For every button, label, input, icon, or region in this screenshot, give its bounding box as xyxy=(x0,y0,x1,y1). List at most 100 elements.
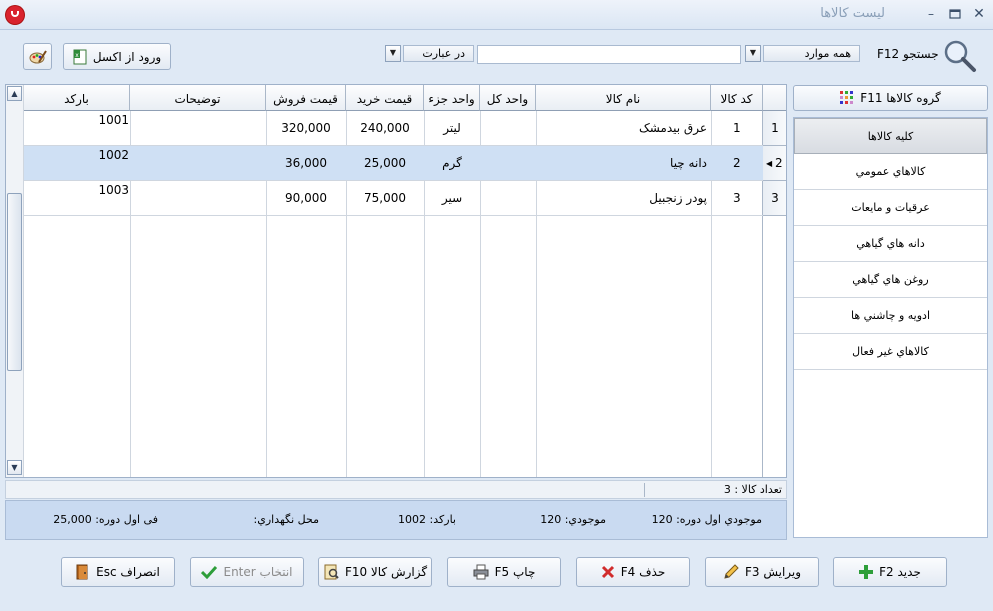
price-start-text: فی اول دوره: 25,000 xyxy=(53,513,158,526)
cell-sell-price: 90,000 xyxy=(285,191,327,205)
group-item-oils[interactable]: روغن هاي گیاهي xyxy=(794,262,987,298)
table-row-selected[interactable]: 1002 36,000 25,000 گرم دانه چیا 2 xyxy=(24,146,786,181)
maximize-icon xyxy=(949,9,961,19)
row-number[interactable]: 3 xyxy=(763,181,786,216)
row-number[interactable]: 1 xyxy=(763,111,786,146)
group-item-spices[interactable]: ادویه و چاشني ها xyxy=(794,298,987,334)
close-button[interactable]: ✕ xyxy=(970,6,988,22)
header-rownum xyxy=(763,85,786,111)
group-item-distillates[interactable]: عرقیات و مایعات xyxy=(794,190,987,226)
print-label: چاپ F5 xyxy=(494,565,536,579)
scroll-thumb[interactable] xyxy=(7,193,22,371)
product-report-label: گزارش کالا F10 xyxy=(344,565,428,579)
scroll-up-button[interactable]: ▲ xyxy=(7,86,22,101)
import-excel-label: ورود از اکسل xyxy=(92,49,162,64)
cell-barcode: 1001 xyxy=(98,113,129,127)
svg-text:x: x xyxy=(75,52,79,59)
storage-location-text: محل نگهداري: xyxy=(253,513,319,526)
paint-style-button[interactable] xyxy=(23,43,52,70)
header-buy-price[interactable]: قیمت خرید xyxy=(346,85,424,111)
cell-unit-all xyxy=(480,146,536,180)
edit-label: ویرایش F3 xyxy=(744,565,802,579)
header-barcode[interactable]: بارکد xyxy=(24,85,130,111)
stock-start-text: موجودي اول دوره: 120 xyxy=(651,513,762,526)
scope-dropdown-button[interactable]: ▼ xyxy=(745,45,761,62)
printer-icon xyxy=(473,564,489,580)
match-select[interactable]: در عبارت xyxy=(403,45,474,62)
search-input[interactable] xyxy=(477,45,741,64)
cell-unit-all xyxy=(480,181,536,215)
row-number: 2 xyxy=(775,156,783,170)
maximize-button[interactable] xyxy=(946,6,964,22)
status-divider xyxy=(644,483,645,497)
cell-buy-price: 75,000 xyxy=(364,191,406,205)
cell-code: 1 xyxy=(733,121,741,135)
header-unit-all[interactable]: واحد کل xyxy=(480,85,536,111)
cell-buy-price: 240,000 xyxy=(360,121,410,135)
new-label: جدید F2 xyxy=(879,565,921,579)
cell-unit-part: گرم xyxy=(442,156,462,170)
delete-label: حذف F4 xyxy=(620,565,666,579)
item-details-panel: موجودي اول دوره: 120 موجودي: 120 بارکد: … xyxy=(5,500,787,540)
group-item-seeds[interactable]: دانه هاي گیاهي xyxy=(794,226,987,262)
minimize-button[interactable]: – xyxy=(922,6,940,22)
report-icon xyxy=(324,564,339,580)
cell-code: 2 xyxy=(733,156,741,170)
row-number-selected[interactable]: ◀ 2 xyxy=(763,146,786,181)
header-sell-price[interactable]: قیمت فروش xyxy=(266,85,346,111)
cell-sell-price: 36,000 xyxy=(285,156,327,170)
current-row-arrow-icon: ◀ xyxy=(766,159,773,168)
cancel-label: انصراف Esc xyxy=(96,565,160,579)
scroll-down-button[interactable]: ▼ xyxy=(7,460,22,475)
item-count: تعداد کالا : 3 xyxy=(723,483,782,496)
header-code[interactable]: کد کالا xyxy=(711,85,763,111)
cell-name: دانه چیا xyxy=(670,156,707,170)
select-button[interactable]: انتخاب Enter xyxy=(190,557,304,587)
paint-palette-icon xyxy=(29,49,47,63)
delete-button[interactable]: حذف F4 xyxy=(576,557,690,587)
edit-button[interactable]: ویرایش F3 xyxy=(705,557,819,587)
match-dropdown-button[interactable]: ▼ xyxy=(385,45,401,62)
plus-icon xyxy=(859,565,874,579)
group-item-general[interactable]: کالاهاي عمومي xyxy=(794,154,987,190)
cell-barcode: 1002 xyxy=(98,148,129,162)
group-item-inactive[interactable]: کالاهاي غیر فعال xyxy=(794,334,987,370)
exit-door-icon xyxy=(76,564,88,580)
header-name[interactable]: نام کالا xyxy=(536,85,711,111)
cell-barcode: 1003 xyxy=(98,183,129,197)
cell-buy-price: 25,000 xyxy=(364,156,406,170)
scope-select[interactable]: همه موارد xyxy=(763,45,860,62)
grid-groups-icon xyxy=(840,91,854,104)
product-groups-button[interactable]: گروه کالاها F11 xyxy=(793,85,988,111)
table-row[interactable]: 1003 90,000 75,000 سیر پودر زنجبیل 3 xyxy=(24,181,786,216)
cell-unit-all xyxy=(480,111,536,145)
delete-x-icon xyxy=(601,565,614,579)
cell-name: عرق بیدمشک xyxy=(638,121,707,135)
products-grid: ▲ ▼ کد کالا نام کالا واحد کل واحد جزء قی… xyxy=(5,84,787,478)
new-button[interactable]: جدید F2 xyxy=(833,557,947,587)
search-icon[interactable] xyxy=(942,38,978,74)
cell-unit-part: سیر xyxy=(441,191,463,205)
search-label: جستجو F12 xyxy=(877,47,939,61)
title-bar: لیست کالاها – ✕ xyxy=(0,0,993,30)
group-item-all[interactable]: کلیه کالاها xyxy=(794,118,987,154)
cell-code: 3 xyxy=(733,191,741,205)
product-report-button[interactable]: گزارش کالا F10 xyxy=(318,557,432,587)
print-button[interactable]: چاپ F5 xyxy=(447,557,561,587)
pencil-icon xyxy=(724,564,739,579)
header-unit-part[interactable]: واحد جزء xyxy=(424,85,480,111)
window-title: لیست کالاها xyxy=(820,6,885,21)
cell-description xyxy=(130,181,266,215)
vertical-scrollbar[interactable]: ▲ ▼ xyxy=(6,85,24,477)
import-excel-button[interactable]: ورود از اکسل x xyxy=(63,43,171,70)
select-label: انتخاب Enter xyxy=(223,565,293,579)
header-description[interactable]: توضیحات xyxy=(130,85,266,111)
cell-name: پودر زنجبیل xyxy=(649,191,707,205)
cell-sell-price: 320,000 xyxy=(281,121,331,135)
table-row[interactable]: 1001 320,000 240,000 لیتر عرق بیدمشک 1 xyxy=(24,111,786,146)
checkmark-icon xyxy=(201,565,218,579)
product-groups-list: کلیه کالاها کالاهاي عمومي عرقیات و مایعا… xyxy=(793,117,988,538)
cancel-button[interactable]: انصراف Esc xyxy=(61,557,175,587)
status-bar: تعداد کالا : 3 xyxy=(5,480,787,499)
app-logo-icon[interactable] xyxy=(6,6,24,24)
